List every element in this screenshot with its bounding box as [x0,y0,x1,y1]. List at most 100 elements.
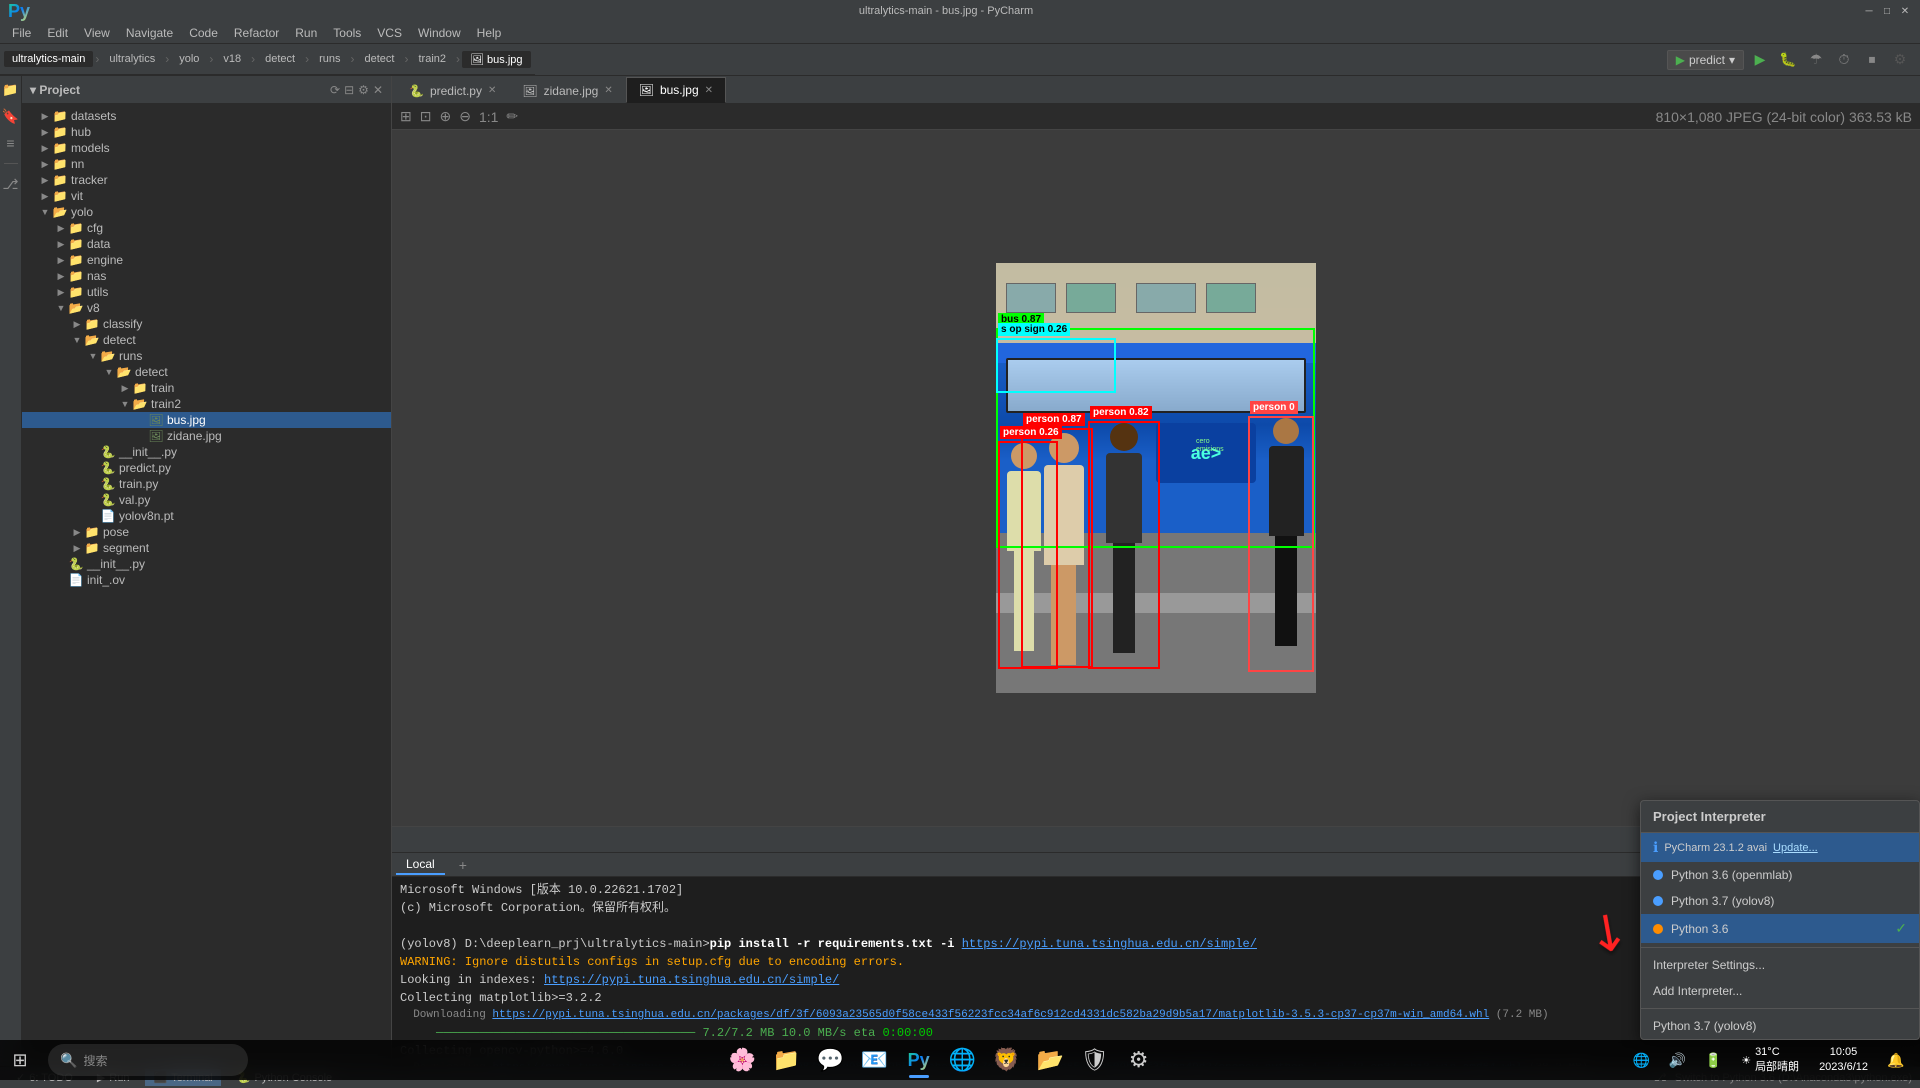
tree-item-nn[interactable]: ▶ 📁 nn [22,156,391,172]
project-tab-busjpg[interactable]: 🖼 bus.jpg [462,51,531,68]
settings-icon[interactable]: ⚙ [358,83,369,97]
tree-item-v8[interactable]: ▼ 📂 v8 [22,300,391,316]
stop-button[interactable]: ⏹ [1860,48,1884,72]
tree-item-zidanejpg[interactable]: 🖼 zidane.jpg [22,428,391,444]
debug-button[interactable]: 🐛 [1776,48,1800,72]
add-interpreter-item[interactable]: Add Interpreter... [1641,978,1919,1004]
taskbar-app-brave[interactable]: 🦁 [987,1040,1027,1080]
zoom-in-icon[interactable]: ⊕ [439,108,451,125]
menu-file[interactable]: File [4,24,39,42]
menu-edit[interactable]: Edit [39,24,76,42]
tab-close-bus[interactable]: ✕ [705,85,713,96]
close-button[interactable]: ✕ [1898,4,1912,18]
python37-yolov8-item[interactable]: Python 3.7 (yolov8) [1641,1013,1919,1039]
tree-item-busjpg[interactable]: 🖼 bus.jpg [22,412,391,428]
interpreter-python36-openmlab[interactable]: Python 3.6 (openmlab) [1641,862,1919,888]
update-link[interactable]: Update... [1773,842,1818,854]
project-tab-v8[interactable]: v18 [215,51,249,67]
project-tab-ultralytics[interactable]: ultralytics [101,51,163,67]
taskbar-app-chat[interactable]: 💬 [811,1040,851,1080]
taskbar-weather[interactable]: ☀ 31°C 局部晴朗 [1733,1046,1807,1074]
project-icon[interactable]: 📁 [0,80,20,100]
taskbar-app-mail[interactable]: 📧 [855,1040,895,1080]
taskbar-clock[interactable]: 10:05 2023/6/12 [1811,1045,1876,1076]
tree-item-hub[interactable]: ▶ 📁 hub [22,124,391,140]
taskbar-app-pycharm[interactable]: Py [899,1040,939,1080]
terminal-add-tab[interactable]: + [449,855,477,875]
zoom-out-icon[interactable]: ⊖ [459,108,471,125]
tab-bus-jpg[interactable]: 🖼 bus.jpg ✕ [626,77,726,103]
taskbar-search[interactable]: 🔍 搜索 [48,1044,248,1076]
project-tab-yolo[interactable]: yolo [171,51,207,67]
taskbar-app-files[interactable]: 📁 [767,1040,807,1080]
project-tab-detect[interactable]: detect [257,51,303,67]
run-config-dropdown[interactable]: ▶ predict ▾ [1667,50,1744,70]
run-button[interactable]: ▶ [1748,48,1772,72]
project-tab-runs[interactable]: runs [311,51,348,67]
menu-code[interactable]: Code [181,24,226,42]
tree-item-predict[interactable]: 🐍 predict.py [22,460,391,476]
interpreter-python37-yolov8[interactable]: Python 3.7 (yolov8) [1641,888,1919,914]
menu-vcs[interactable]: VCS [369,24,410,42]
structure-icon[interactable]: ≡ [4,133,16,153]
menu-run[interactable]: Run [287,24,325,42]
taskbar-start-button[interactable]: ⊞ [0,1040,40,1080]
fit-window-icon[interactable]: ⊞ [400,108,412,125]
term-link-2[interactable]: https://pypi.tuna.tsinghua.edu.cn/simple… [544,973,839,987]
tab-close-predict[interactable]: ✕ [488,85,496,96]
tree-item-vit[interactable]: ▶ 📁 vit [22,188,391,204]
tree-item-init2[interactable]: 🐍 __init__.py [22,556,391,572]
tab-zidane-jpg[interactable]: 🖼 zidane.jpg ✕ [509,77,625,103]
tree-item-runs[interactable]: ▼ 📂 runs [22,348,391,364]
tab-close-zidane[interactable]: ✕ [604,85,612,96]
tree-item-train-py[interactable]: 🐍 train.py [22,476,391,492]
terminal-local-tab[interactable]: Local [396,855,445,875]
sync-icon[interactable]: ⟳ [330,83,340,97]
minimize-button[interactable]: ─ [1862,4,1876,18]
tree-item-detect-v8[interactable]: ▼ 📂 detect [22,332,391,348]
tree-item-models[interactable]: ▶ 📁 models [22,140,391,156]
project-tab-detect2[interactable]: detect [357,51,403,67]
tree-item-train2[interactable]: ▼ 📂 train2 [22,396,391,412]
maximize-button[interactable]: □ [1880,4,1894,18]
actual-size-icon[interactable]: ⊡ [420,108,432,125]
taskbar-app-extra[interactable]: ⚙ [1119,1040,1159,1080]
tree-item-nas[interactable]: ▶ 📁 nas [22,268,391,284]
coverage-button[interactable]: ☂ [1804,48,1828,72]
term-link-1[interactable]: https://pypi.tuna.tsinghua.edu.cn/simple… [962,937,1257,951]
tree-item-pose[interactable]: ▶ 📁 pose [22,524,391,540]
update-banner[interactable]: ℹ PyCharm 23.1.2 avai Update... [1641,833,1919,862]
network-icon[interactable]: 🌐 [1625,1044,1657,1076]
window-controls[interactable]: ─ □ ✕ [1862,4,1912,18]
project-tab-train2[interactable]: train2 [410,51,454,67]
interpreter-settings-item[interactable]: Interpreter Settings... [1641,952,1919,978]
taskbar-app-explorer[interactable]: 🌸 [723,1040,763,1080]
battery-icon[interactable]: 🔋 [1697,1044,1729,1076]
tree-item-initov[interactable]: 📄 init_.ov [22,572,391,588]
tree-item-init[interactable]: 🐍 __init__.py [22,444,391,460]
bookmark-icon[interactable]: 🔖 [0,106,21,127]
menu-view[interactable]: View [76,24,118,42]
tree-item-utils[interactable]: ▶ 📁 utils [22,284,391,300]
tree-item-cfg[interactable]: ▶ 📁 cfg [22,220,391,236]
tree-item-detect-runs[interactable]: ▼ 📂 detect [22,364,391,380]
volume-icon[interactable]: 🔊 [1661,1044,1693,1076]
interpreter-python36-active[interactable]: Python 3.6 ✓ [1641,914,1919,943]
tree-item-datasets[interactable]: ▶ 📁 datasets [22,108,391,124]
tree-item-segment[interactable]: ▶ 📁 segment [22,540,391,556]
taskbar-app-files2[interactable]: 🛡 [1075,1040,1115,1080]
project-tab-root[interactable]: ultralytics-main [4,51,93,67]
tree-item-val[interactable]: 🐍 val.py [22,492,391,508]
taskbar-app-chrome[interactable]: 🌐 [943,1040,983,1080]
close-panel-icon[interactable]: ✕ [373,83,383,97]
tree-item-data[interactable]: ▶ 📁 data [22,236,391,252]
term-link-dl1[interactable]: https://pypi.tuna.tsinghua.edu.cn/packag… [492,1009,1489,1021]
tab-predict-py[interactable]: 🐍 predict.py ✕ [396,77,509,103]
menu-navigate[interactable]: Navigate [118,24,181,42]
menu-tools[interactable]: Tools [325,24,369,42]
menu-window[interactable]: Window [410,24,469,42]
color-picker-icon[interactable]: ✏ [506,108,518,125]
tree-item-classify[interactable]: ▶ 📁 classify [22,316,391,332]
tree-item-yolo[interactable]: ▼ 📂 yolo [22,204,391,220]
tree-item-train[interactable]: ▶ 📁 train [22,380,391,396]
